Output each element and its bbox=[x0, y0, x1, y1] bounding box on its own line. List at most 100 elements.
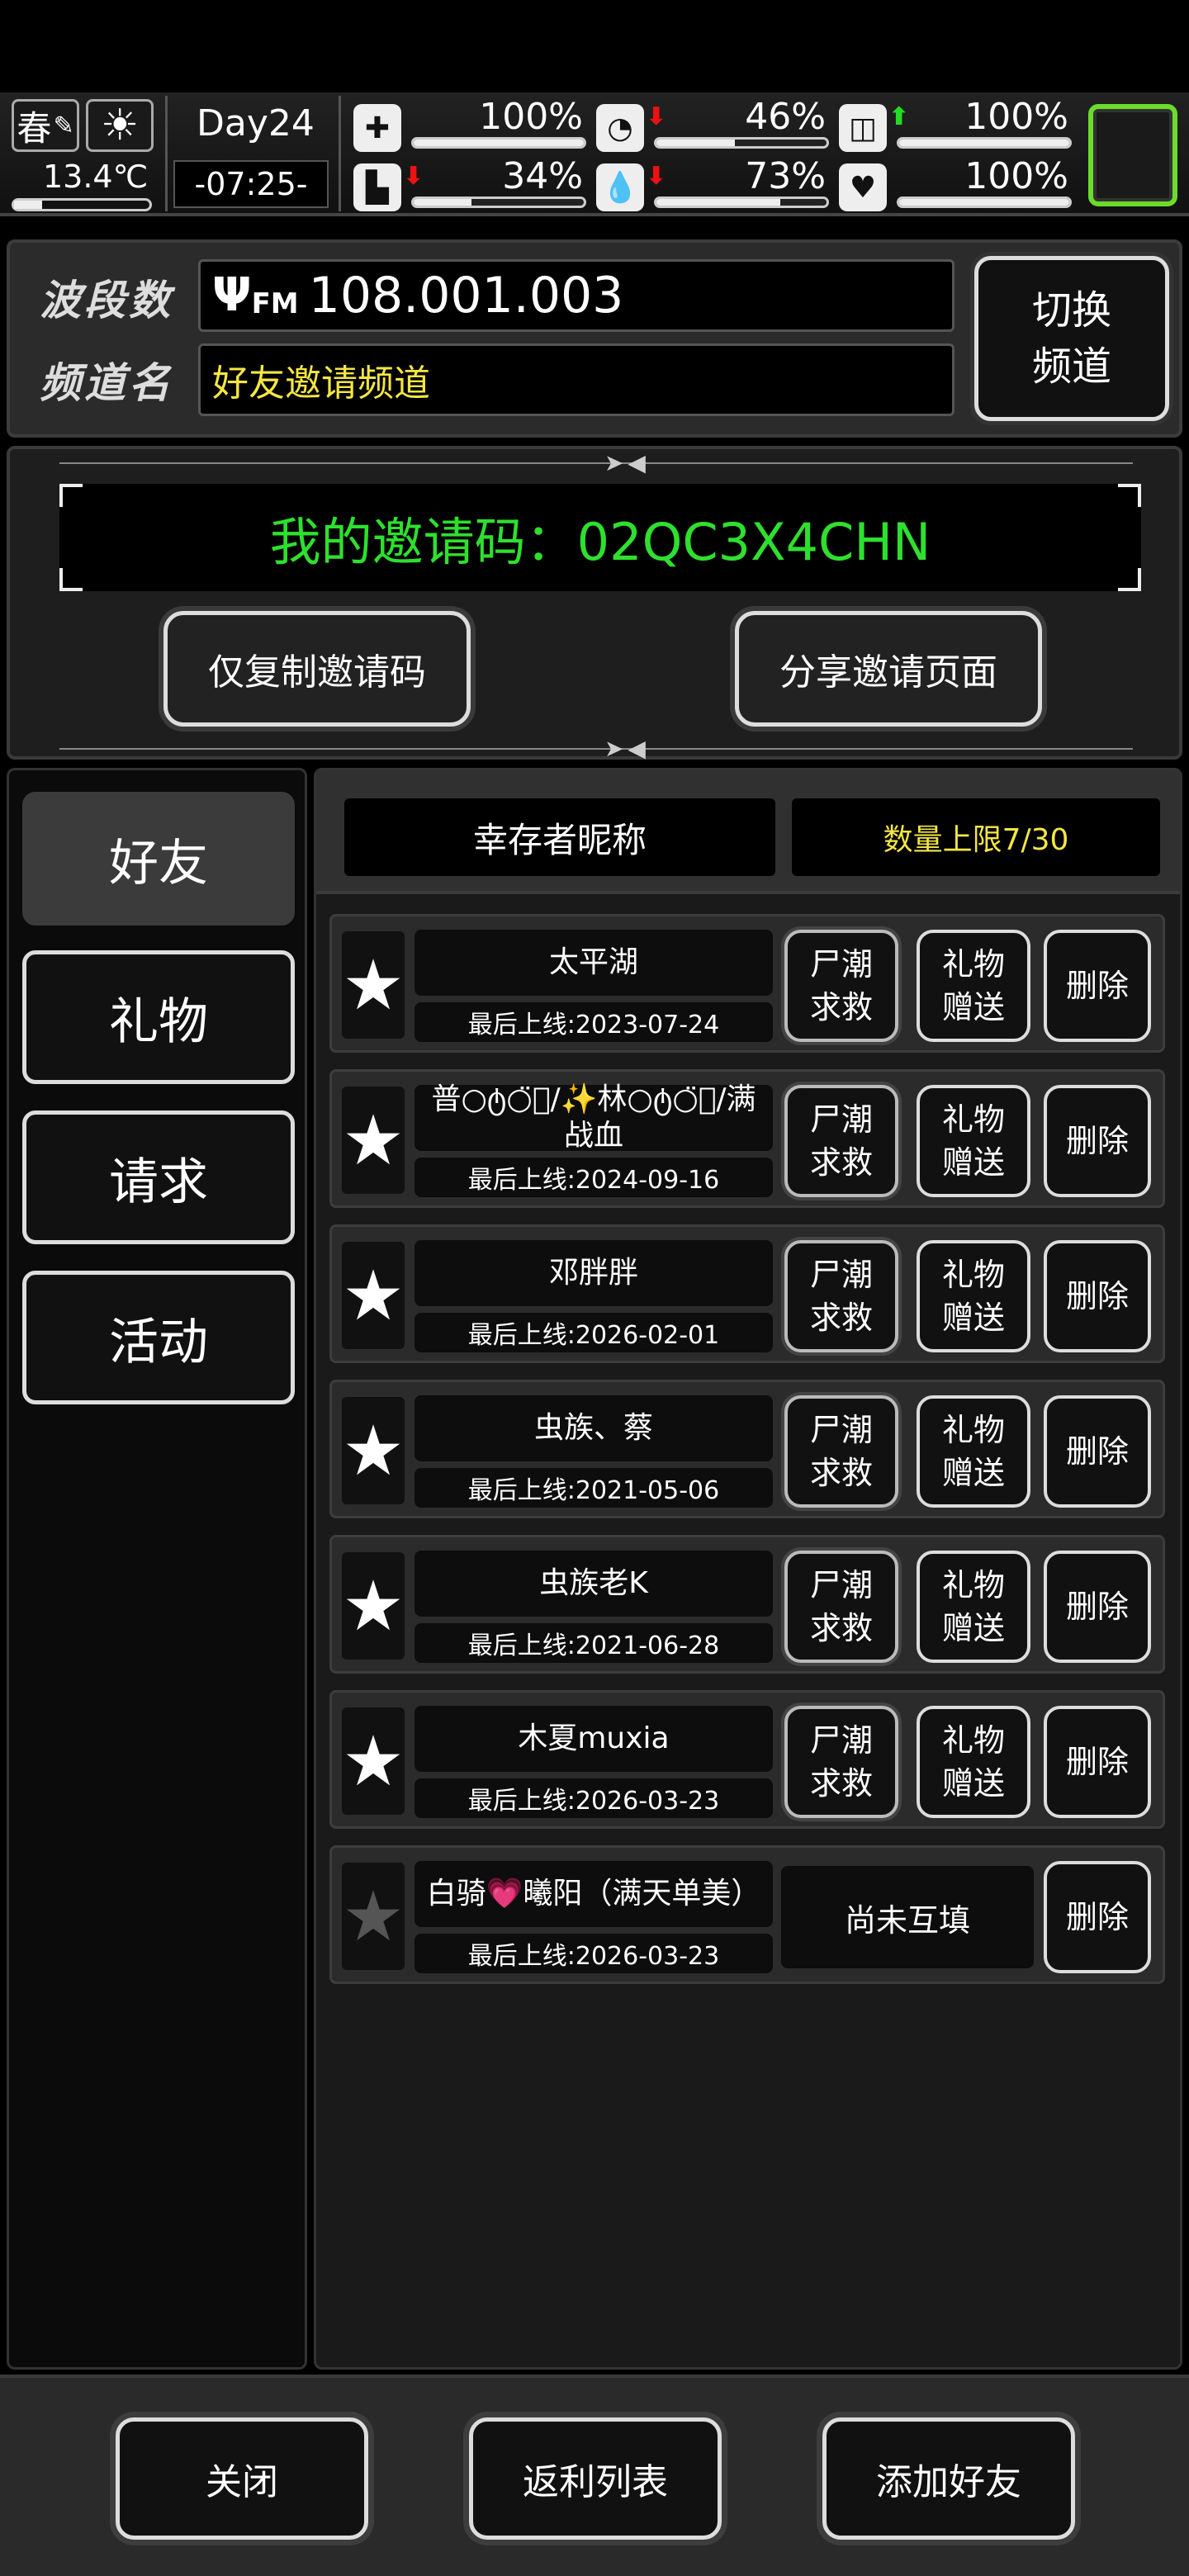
clock-box: -07:25- bbox=[173, 160, 329, 208]
tab-requests[interactable]: 请求 bbox=[22, 1110, 295, 1244]
gift-send-label: 礼物赠送 bbox=[941, 1101, 1005, 1181]
zombie-rescue-label: 尸潮求救 bbox=[809, 1722, 873, 1802]
friend-name: 虫族老K bbox=[539, 1566, 648, 1600]
gift-send-label: 礼物赠送 bbox=[941, 946, 1005, 1025]
zombie-rescue-button[interactable]: 尸潮求救 bbox=[784, 1706, 898, 1818]
friend-name-box: 普○ტ○̈⃝/✨林○ტ○̈⃝/满战血 bbox=[414, 1082, 773, 1153]
delete-friend-label: 删除 bbox=[1065, 1744, 1129, 1780]
copy-invite-code-button[interactable]: 仅复制邀请码 bbox=[163, 611, 471, 727]
last-online-box: 最后上线:2026-03-23 bbox=[414, 1934, 773, 1973]
star-icon[interactable]: ★ bbox=[342, 1863, 405, 1970]
channel-label: 频道名 bbox=[40, 359, 173, 407]
meter-hunger: ◔ ⬇ 46% bbox=[596, 96, 829, 152]
first-aid-icon: ✚ bbox=[353, 104, 401, 152]
star-icon[interactable]: ★ bbox=[342, 1087, 405, 1194]
gift-send-label: 礼物赠送 bbox=[941, 1567, 1005, 1646]
fm-tag: FM bbox=[251, 287, 299, 320]
invite-code-text: 我的邀请码：02QC3X4CHN bbox=[269, 512, 931, 572]
gift-send-button[interactable]: 礼物赠送 bbox=[917, 1085, 1030, 1197]
invite-panel: ➤ ◀ 我的邀请码：02QC3X4CHN 仅复制邀请码 分享邀请页面 ➤ ◀ bbox=[7, 446, 1182, 762]
star-icon[interactable]: ★ bbox=[342, 1242, 405, 1349]
delete-friend-button[interactable]: 删除 bbox=[1044, 1240, 1151, 1352]
tab-friends[interactable]: 好友 bbox=[22, 792, 295, 926]
zombie-rescue-button[interactable]: 尸潮求救 bbox=[784, 930, 898, 1042]
friend-row: ★ 虫族老K 最后上线:2021-06-28 尸潮求救 礼物赠送 删除 bbox=[329, 1535, 1165, 1674]
feather-icon: ✎ bbox=[53, 111, 74, 140]
close-button[interactable]: 关闭 bbox=[116, 2417, 368, 2540]
star-icon[interactable]: ★ bbox=[342, 1707, 405, 1815]
gift-send-button[interactable]: 礼物赠送 bbox=[917, 1706, 1030, 1818]
day-counter: Day24 bbox=[197, 102, 315, 144]
channel-name-value: 好友邀请频道 bbox=[212, 362, 430, 405]
pill-icon: ◫ bbox=[839, 104, 887, 152]
weather-badge: ☀ bbox=[86, 99, 154, 152]
rebate-list-button[interactable]: 返利列表 bbox=[469, 2417, 722, 2540]
last-online-box: 最后上线:2024-09-16 bbox=[414, 1158, 773, 1197]
delete-friend-label: 删除 bbox=[1065, 1589, 1129, 1625]
avatar-frame[interactable] bbox=[1088, 104, 1177, 206]
friend-name-box: 虫族、蔡 bbox=[414, 1395, 773, 1461]
gift-send-label: 礼物赠送 bbox=[941, 1412, 1005, 1491]
friend-limit-text: 数量上限7/30 bbox=[883, 823, 1069, 857]
meter-bar bbox=[411, 137, 586, 149]
tab-friends-label: 好友 bbox=[109, 834, 208, 893]
tab-gifts[interactable]: 礼物 bbox=[22, 950, 295, 1084]
gift-send-button[interactable]: 礼物赠送 bbox=[917, 1551, 1030, 1663]
friend-name-box: 虫族老K bbox=[414, 1551, 773, 1617]
pending-status-label: 尚未互填 bbox=[844, 1901, 970, 1939]
delete-friend-button[interactable]: 删除 bbox=[1044, 1551, 1151, 1663]
tab-events-label: 活动 bbox=[109, 1313, 208, 1371]
delete-friend-button[interactable]: 删除 bbox=[1044, 1706, 1151, 1818]
clock-time: -07:25- bbox=[194, 166, 308, 202]
zombie-rescue-button[interactable]: 尸潮求救 bbox=[784, 1240, 898, 1352]
delete-friend-button[interactable]: 删除 bbox=[1044, 1085, 1151, 1197]
delete-friend-button[interactable]: 删除 bbox=[1044, 1395, 1151, 1508]
zombie-rescue-label: 尸潮求救 bbox=[809, 1567, 873, 1646]
heart-icon: ♥ bbox=[839, 163, 887, 211]
last-online: 最后上线:2026-03-23 bbox=[467, 1942, 720, 1971]
friend-name: 太平湖 bbox=[548, 945, 638, 979]
friend-name: 木夏muxia bbox=[518, 1721, 670, 1755]
delete-friend-label: 删除 bbox=[1065, 968, 1129, 1004]
frequency-value: 108.001.003 bbox=[308, 267, 624, 324]
friend-name: 普○ტ○̈⃝/✨林○ტ○̈⃝/满战血 bbox=[431, 1082, 756, 1153]
arrow-up-icon: ⬆ bbox=[888, 102, 910, 131]
gift-send-button[interactable]: 礼物赠送 bbox=[917, 1395, 1030, 1508]
tab-events[interactable]: 活动 bbox=[22, 1271, 295, 1404]
zombie-rescue-button[interactable]: 尸潮求救 bbox=[784, 1551, 898, 1663]
star-icon[interactable]: ★ bbox=[342, 1552, 405, 1660]
last-online-box: 最后上线:2026-02-01 bbox=[414, 1313, 773, 1352]
zombie-rescue-button[interactable]: 尸潮求救 bbox=[784, 1085, 898, 1197]
last-online: 最后上线:2023-07-24 bbox=[467, 1011, 720, 1039]
delete-friend-button[interactable]: 删除 bbox=[1044, 1861, 1151, 1973]
meter-thirst: 💧 ⬇ 73% bbox=[596, 155, 829, 211]
delete-friend-button[interactable]: 删除 bbox=[1044, 930, 1151, 1042]
meter-value: 34% bbox=[502, 155, 583, 197]
star-icon[interactable]: ★ bbox=[342, 1397, 405, 1504]
radio-panel: 波段数 频道名 Ψ FM 108.001.003 好友邀请频道 切换频道 bbox=[7, 239, 1182, 438]
zombie-rescue-label: 尸潮求救 bbox=[809, 946, 873, 1025]
copy-invite-code-label: 仅复制邀请码 bbox=[208, 651, 426, 694]
last-online: 最后上线:2021-06-28 bbox=[467, 1631, 720, 1660]
switch-channel-label: 切换频道 bbox=[1031, 287, 1111, 390]
delete-friend-label: 删除 bbox=[1065, 1278, 1129, 1314]
share-invite-page-button[interactable]: 分享邀请页面 bbox=[735, 611, 1042, 727]
gift-send-button[interactable]: 礼物赠送 bbox=[917, 1240, 1030, 1352]
stomach-icon: ◔ bbox=[596, 104, 644, 152]
star-icon[interactable]: ★ bbox=[342, 931, 405, 1039]
last-online-box: 最后上线:2021-06-28 bbox=[414, 1623, 773, 1663]
delete-friend-label: 删除 bbox=[1065, 1899, 1129, 1935]
gift-send-button[interactable]: 礼物赠送 bbox=[917, 930, 1030, 1042]
friend-name: 虫族、蔡 bbox=[533, 1411, 653, 1445]
zombie-rescue-label: 尸潮求救 bbox=[809, 1412, 873, 1491]
side-tabs: 好友 礼物 请求 活动 bbox=[7, 768, 307, 2370]
friend-name-box: 白骑💗曦阳（满天单美） bbox=[414, 1861, 773, 1927]
meter-medicine: ◫ ⬆ 100% bbox=[839, 96, 1072, 152]
add-friend-button[interactable]: 添加好友 bbox=[822, 2417, 1075, 2540]
water-drop-icon: 💧 bbox=[596, 163, 644, 211]
friend-row: ★ 虫族、蔡 最后上线:2021-05-06 尸潮求救 礼物赠送 删除 bbox=[329, 1380, 1165, 1518]
zombie-rescue-button[interactable]: 尸潮求救 bbox=[784, 1395, 898, 1508]
switch-channel-button[interactable]: 切换频道 bbox=[974, 256, 1169, 421]
pending-status: 尚未互填 bbox=[781, 1866, 1034, 1968]
gift-send-label: 礼物赠送 bbox=[941, 1722, 1005, 1802]
